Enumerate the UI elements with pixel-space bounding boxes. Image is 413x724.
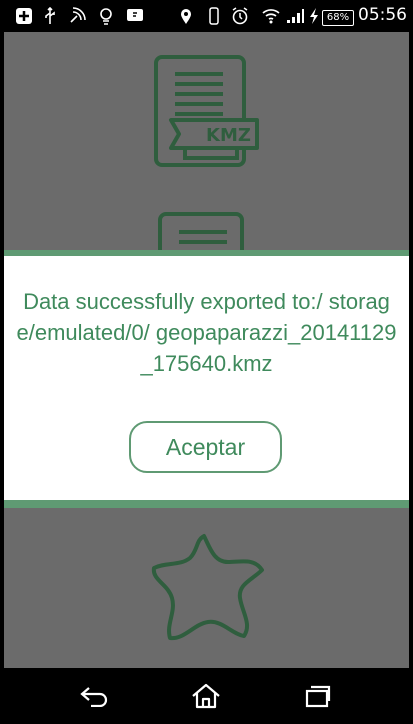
home-icon[interactable] [190,682,222,710]
app-screen: 68% 05:56 KMZ Data successfully exported… [4,0,409,724]
recents-icon[interactable] [302,682,334,710]
battery-level: 68% [322,10,354,26]
alarm-icon [231,7,249,25]
dialog-bottom-border [4,500,409,508]
charging-icon [308,8,320,24]
wifi-icon [262,8,280,24]
satellite-icon [68,7,86,24]
vibrate-icon [207,7,221,25]
signal-icon [286,8,304,24]
navigation-bar [4,668,409,724]
notification-icon [126,8,144,24]
location-icon [180,8,192,24]
kmz-label: KMZ [206,125,251,146]
kmz-export-icon[interactable]: KMZ [149,52,261,176]
back-icon[interactable] [78,682,110,710]
export-dialog: Data successfully exported to:/ storage/… [4,256,409,500]
add-icon [16,8,32,24]
star-icon[interactable] [144,528,274,654]
dialog-message: Data successfully exported to:/ storage/… [16,289,397,376]
status-bar: 68% 05:56 [4,0,409,32]
usb-icon [42,7,58,24]
status-time: 05:56 [358,5,407,25]
lightbulb-icon [99,8,113,25]
accept-button[interactable]: Aceptar [129,421,282,473]
